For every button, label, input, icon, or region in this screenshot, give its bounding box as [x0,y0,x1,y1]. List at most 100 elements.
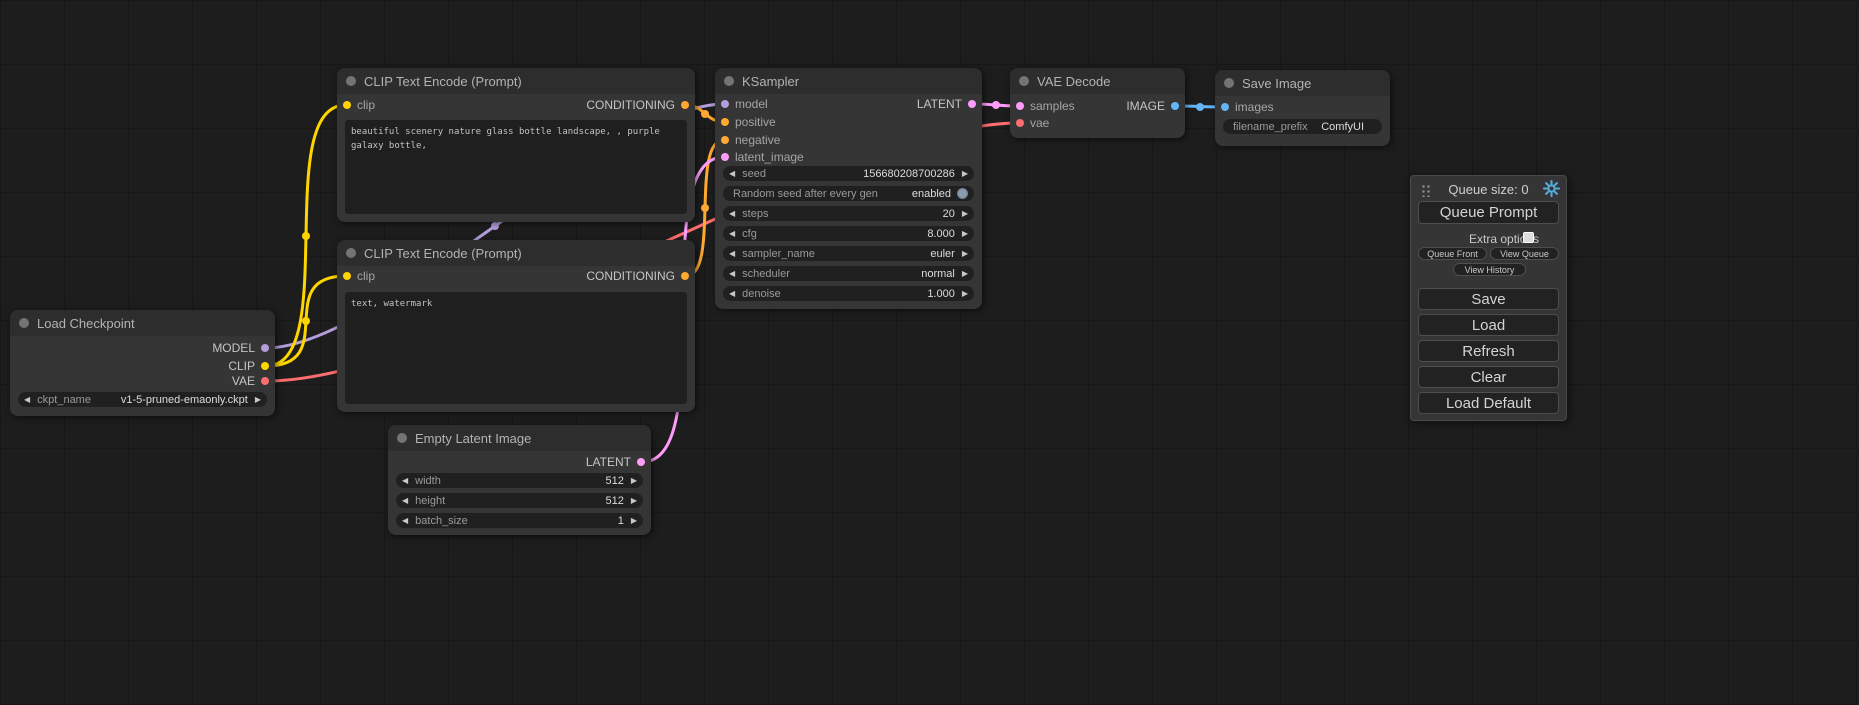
node-vae-decode: VAE Decode samples vae IMAGE [1010,68,1185,138]
increment-arrow-icon[interactable]: ▶ [962,286,968,301]
clip-input-port[interactable] [343,101,351,109]
model-output-port[interactable] [261,344,269,352]
clear-button[interactable]: Clear [1418,366,1559,388]
view-history-button[interactable]: View History [1453,263,1526,276]
collapse-dot-icon[interactable] [724,76,734,86]
input-slot-clip: clip [343,97,375,113]
decrement-arrow-icon[interactable]: ◀ [24,392,30,407]
node-load-checkpoint: Load Checkpoint MODEL CLIP VAE ◀ ckpt_na… [10,310,275,416]
settings-gear-icon[interactable] [1543,180,1560,197]
vae-output-port[interactable] [261,377,269,385]
batch-size-widget[interactable]: ◀ batch_size 1 ▶ [396,513,643,528]
increment-arrow-icon[interactable]: ▶ [962,226,968,241]
widget-label: steps [742,208,768,220]
negative-prompt-textarea[interactable]: text, watermark [345,292,687,404]
height-widget[interactable]: ◀ height 512 ▶ [396,493,643,508]
vae-input-port[interactable] [1016,119,1024,127]
decrement-arrow-icon[interactable]: ◀ [729,226,735,241]
clip-output-port[interactable] [261,362,269,370]
decrement-arrow-icon[interactable]: ◀ [729,286,735,301]
denoise-widget[interactable]: ◀ denoise 1.000 ▶ [723,286,974,301]
node-titlebar[interactable]: Save Image [1215,70,1390,96]
wire-midpoint-dot [491,222,499,230]
view-queue-button[interactable]: View Queue [1490,247,1559,260]
latent-output-port[interactable] [968,100,976,108]
widget-label: ckpt_name [37,394,91,406]
node-title: KSampler [742,74,799,89]
widget-label: width [415,475,441,487]
filename-prefix-widget[interactable]: filename_prefix ComfyUI [1223,119,1382,134]
output-slot-latent: LATENT [586,454,645,470]
images-input-port[interactable] [1221,103,1229,111]
collapse-dot-icon[interactable] [346,248,356,258]
widget-value: v1-5-pruned-emaonly.ckpt [121,394,248,406]
conditioning-output-port[interactable] [681,272,689,280]
increment-arrow-icon[interactable]: ▶ [631,513,637,528]
load-default-button[interactable]: Load Default [1418,392,1559,414]
slot-label: negative [735,133,780,147]
decrement-arrow-icon[interactable]: ◀ [729,166,735,181]
node-title: Save Image [1242,76,1311,91]
steps-widget[interactable]: ◀ steps 20 ▶ [723,206,974,221]
increment-arrow-icon[interactable]: ▶ [962,206,968,221]
node-empty-latent-image: Empty Latent Image LATENT ◀ width 512 ▶ … [388,425,651,535]
samples-input-port[interactable] [1016,102,1024,110]
node-titlebar[interactable]: VAE Decode [1010,68,1185,94]
cfg-widget[interactable]: ◀ cfg 8.000 ▶ [723,226,974,241]
widget-value: 1 [618,515,624,527]
increment-arrow-icon[interactable]: ▶ [962,266,968,281]
increment-arrow-icon[interactable]: ▶ [255,392,261,407]
refresh-button[interactable]: Refresh [1418,340,1559,362]
node-ksampler: KSampler model positive negative latent_… [715,68,982,309]
node-titlebar[interactable]: CLIP Text Encode (Prompt) [337,240,695,266]
positive-input-port[interactable] [721,118,729,126]
model-input-port[interactable] [721,100,729,108]
decrement-arrow-icon[interactable]: ◀ [729,246,735,261]
clip-input-port[interactable] [343,272,351,280]
increment-arrow-icon[interactable]: ▶ [631,493,637,508]
increment-arrow-icon[interactable]: ▶ [962,166,968,181]
sampler-name-widget[interactable]: ◀ sampler_name euler ▶ [723,246,974,261]
wire-midpoint-dot [302,317,310,325]
output-slot-image: IMAGE [1126,98,1179,114]
node-titlebar[interactable]: Load Checkpoint [10,310,275,336]
queue-prompt-button[interactable]: Queue Prompt [1418,201,1559,224]
collapse-dot-icon[interactable] [346,76,356,86]
extra-options-checkbox[interactable] [1523,232,1534,243]
image-output-port[interactable] [1171,102,1179,110]
toggle-knob-icon[interactable] [957,188,968,199]
decrement-arrow-icon[interactable]: ◀ [402,493,408,508]
collapse-dot-icon[interactable] [19,318,29,328]
decrement-arrow-icon[interactable]: ◀ [729,206,735,221]
slot-label: CONDITIONING [586,269,675,283]
latent-output-port[interactable] [637,458,645,466]
conditioning-output-port[interactable] [681,101,689,109]
load-button[interactable]: Load [1418,314,1559,336]
widget-label: filename_prefix [1233,121,1308,133]
negative-input-port[interactable] [721,136,729,144]
queue-front-button[interactable]: Queue Front [1418,247,1487,260]
save-button[interactable]: Save [1418,288,1559,310]
node-title: CLIP Text Encode (Prompt) [364,246,522,261]
collapse-dot-icon[interactable] [397,433,407,443]
latent-image-input-port[interactable] [721,153,729,161]
ckpt-name-widget[interactable]: ◀ ckpt_name v1-5-pruned-emaonly.ckpt ▶ [18,392,267,407]
increment-arrow-icon[interactable]: ▶ [962,246,968,261]
output-slot-conditioning: CONDITIONING [586,268,689,284]
decrement-arrow-icon[interactable]: ◀ [729,266,735,281]
node-titlebar[interactable]: Empty Latent Image [388,425,651,451]
random-seed-toggle-widget[interactable]: Random seed after every gen enabled [723,186,974,201]
width-widget[interactable]: ◀ width 512 ▶ [396,473,643,488]
scheduler-widget[interactable]: ◀ scheduler normal ▶ [723,266,974,281]
collapse-dot-icon[interactable] [1224,78,1234,88]
positive-prompt-textarea[interactable]: beautiful scenery nature glass bottle la… [345,120,687,214]
node-titlebar[interactable]: KSampler [715,68,982,94]
node-titlebar[interactable]: CLIP Text Encode (Prompt) [337,68,695,94]
decrement-arrow-icon[interactable]: ◀ [402,473,408,488]
wire-midpoint-dot [992,101,1000,109]
increment-arrow-icon[interactable]: ▶ [631,473,637,488]
decrement-arrow-icon[interactable]: ◀ [402,513,408,528]
collapse-dot-icon[interactable] [1019,76,1029,86]
node-title: Load Checkpoint [37,316,135,331]
seed-widget[interactable]: ◀ seed 156680208700286 ▶ [723,166,974,181]
